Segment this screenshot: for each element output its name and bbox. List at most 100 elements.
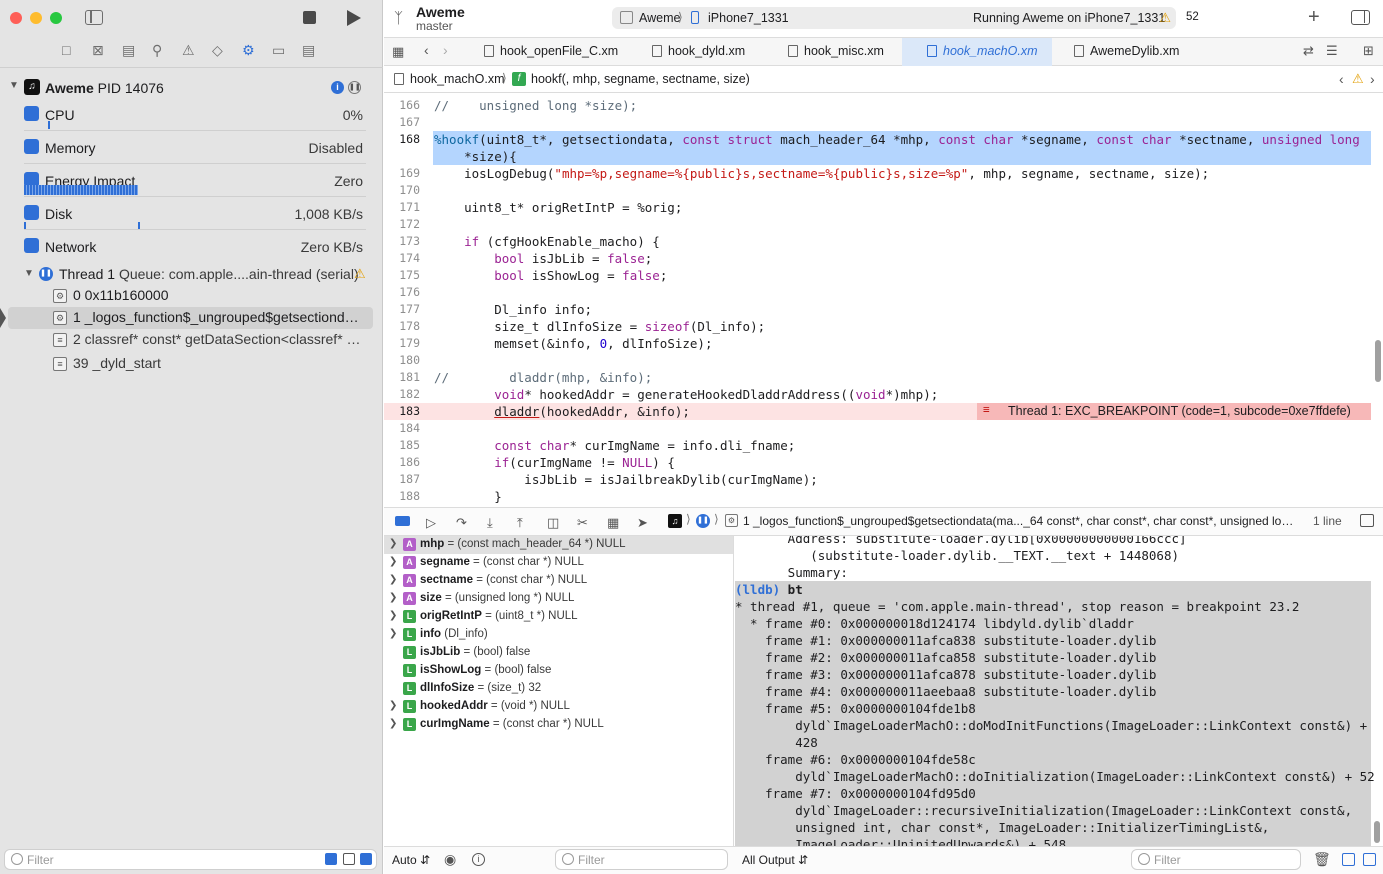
jumpbar-file[interactable]: hook_machO.xm: [410, 72, 504, 86]
process-disclosure-icon[interactable]: ▼: [9, 80, 19, 91]
expand-chevron-icon[interactable]: ❯: [389, 718, 397, 729]
expand-chevron-icon[interactable]: ❯: [389, 538, 397, 549]
step-over-icon[interactable]: ↷: [456, 515, 467, 531]
view-hierarchy-icon[interactable]: ◫: [547, 515, 559, 531]
output-selector[interactable]: All Output ⇵: [742, 853, 808, 867]
warning-count[interactable]: 52: [1186, 11, 1199, 23]
editor-scrollbar[interactable]: [1375, 340, 1381, 382]
tab-hook-misc-xm[interactable]: hook_misc.xm: [788, 38, 912, 66]
sidebar-toggle-icon[interactable]: [85, 10, 103, 25]
stack-frame-row[interactable]: ≡ 39 _dyld_start: [0, 353, 383, 375]
variable-row[interactable]: ❯ LhookedAddr = (void *) NULL: [384, 698, 733, 716]
memory-graph-icon[interactable]: ✂: [577, 515, 588, 531]
variable-row[interactable]: ❯ Asize = (unsigned long *) NULL: [384, 590, 733, 608]
debug-navigator-icon[interactable]: ⚙: [242, 42, 255, 59]
tab-hook-dyld-xm[interactable]: hook_dyld.xm: [652, 38, 776, 66]
jumpbar-symbol[interactable]: hookf(, mhp, segname, sectname, size): [531, 72, 750, 86]
filter-option-icon-2[interactable]: [343, 853, 355, 865]
variable-row[interactable]: LisShowLog = (bool) false: [384, 662, 733, 680]
prev-issue-icon[interactable]: ‹: [1339, 71, 1344, 87]
debug-frame-label[interactable]: 1 _logos_function$_ungrouped$getsectiond…: [743, 514, 1300, 528]
test-icon[interactable]: ◇: [212, 42, 223, 59]
run-button[interactable]: [347, 10, 361, 26]
expand-chevron-icon[interactable]: ❯: [389, 556, 397, 567]
issue-icon[interactable]: ⚠: [182, 42, 195, 59]
swap-icon[interactable]: ⇄: [1303, 43, 1314, 59]
stack-frame-row[interactable]: ⚙ 1 _logos_function$_ungrouped$getsection…: [0, 307, 383, 329]
memory-icon: [24, 139, 39, 154]
expand-chevron-icon[interactable]: ❯: [389, 610, 397, 621]
code-editor[interactable]: ≡ Thread 1: EXC_BREAKPOINT (code=1, subc…: [384, 97, 1371, 505]
variable-row[interactable]: LdlInfoSize = (size_t) 32: [384, 680, 733, 698]
issue-warning-icon[interactable]: ⚠: [1352, 71, 1364, 87]
console-scrollbar[interactable]: [1374, 821, 1380, 843]
variable-row[interactable]: ❯ LorigRetIntP = (uint8_t *) NULL: [384, 608, 733, 626]
variable-row[interactable]: ❯ Asegname = (const char *) NULL: [384, 554, 733, 572]
stack-frame-row[interactable]: ≡ 2 classref* const* getDataSection<class…: [0, 329, 383, 351]
tab-hook-macho-xm[interactable]: hook_machO.xm: [902, 38, 1052, 66]
back-chevron-icon[interactable]: ‹: [424, 42, 429, 58]
step-out-icon[interactable]: ⤒: [517, 515, 523, 531]
close-window-button[interactable]: [10, 12, 22, 24]
location-icon[interactable]: ➤: [637, 515, 648, 531]
variable-row[interactable]: ❯ Linfo (Dl_info): [384, 626, 733, 644]
thread-row[interactable]: Thread 1 Queue: com.apple....ain-thread …: [59, 266, 359, 282]
continue-icon[interactable]: ▷: [426, 515, 436, 531]
variable-row[interactable]: LisJbLib = (bool) false: [384, 644, 733, 662]
breakpoint-icon[interactable]: ▭: [272, 42, 285, 59]
info-icon[interactable]: i: [331, 81, 344, 94]
zoom-window-button[interactable]: [50, 12, 62, 24]
expand-chevron-icon[interactable]: ❯: [389, 574, 397, 585]
trash-icon[interactable]: 🗑: [1313, 851, 1331, 868]
scheme-selector[interactable]: Aweme: [639, 11, 680, 25]
variable-row[interactable]: ❯ Asectname = (const char *) NULL: [384, 572, 733, 590]
code-line: size_t dlInfoSize = sizeof(Dl_info);: [434, 319, 766, 334]
source-control-icon[interactable]: ⊠: [92, 42, 104, 59]
expand-chevron-icon[interactable]: ❯: [389, 700, 397, 711]
show-variables-icon[interactable]: [1342, 853, 1355, 866]
tab-hook-openfile-c-xm[interactable]: hook_openFile_C.xm: [484, 38, 638, 66]
report-icon[interactable]: ▤: [302, 42, 315, 59]
console-filter[interactable]: Filter: [1131, 849, 1301, 870]
next-issue-icon[interactable]: ›: [1370, 71, 1375, 87]
filter-option-icon-1[interactable]: [325, 853, 337, 865]
console-toggle-icon[interactable]: [1360, 514, 1374, 527]
symbol-icon[interactable]: ▤: [122, 42, 135, 59]
stack-frame-row[interactable]: ⚙ 0 0x11b160000: [0, 285, 383, 307]
expand-chevron-icon[interactable]: ❯: [389, 592, 397, 603]
variable-row[interactable]: ❯ LcurImgName = (const char *) NULL: [384, 716, 733, 734]
pause-process-icon[interactable]: ❚❚: [348, 81, 361, 94]
filter-option-icon-3[interactable]: [360, 853, 372, 865]
device-selector[interactable]: iPhone7_1331: [708, 11, 789, 25]
variable-value: (Dl_info): [441, 628, 488, 640]
run-status: Running Aweme on iPhone7_1331: [973, 11, 1166, 25]
inspector-toggle-icon[interactable]: [1351, 10, 1370, 25]
forward-chevron-icon[interactable]: ›: [443, 42, 448, 58]
add-editor-icon[interactable]: ⊞: [1363, 43, 1374, 59]
editor-options-icon[interactable]: ☰: [1326, 43, 1338, 59]
search-icon[interactable]: ⚲: [152, 42, 162, 59]
variable-value: = (const char *) NULL: [469, 556, 584, 568]
variable-row[interactable]: ❯ Amhp = (const mach_header_64 *) NULL: [384, 536, 733, 554]
variables-scope-selector[interactable]: Auto ⇵: [392, 853, 430, 867]
step-into-icon[interactable]: ⤓: [487, 515, 493, 531]
minimize-window-button[interactable]: [30, 12, 42, 24]
warning-icon[interactable]: ⚠: [1159, 10, 1171, 26]
hide-debug-area-icon[interactable]: [395, 516, 410, 526]
stop-button[interactable]: [303, 11, 316, 24]
gauge-network[interactable]: Network Zero KB/s: [0, 234, 383, 267]
expand-chevron-icon[interactable]: ❯: [389, 628, 397, 639]
thread-disclosure-icon[interactable]: ▼: [24, 268, 34, 279]
console-view[interactable]: Address: substitute-loader.dylib[0x00000…: [735, 536, 1383, 846]
info-circle-icon[interactable]: i: [472, 853, 485, 866]
show-console-icon[interactable]: [1363, 853, 1376, 866]
tab-awemedylib-xm[interactable]: AwemeDylib.xm: [1074, 38, 1194, 66]
eye-icon[interactable]: ◉: [444, 851, 456, 868]
environment-icon[interactable]: ▦: [607, 515, 619, 531]
navigator-filter[interactable]: Filter: [4, 849, 377, 870]
grid-icon[interactable]: ▦: [392, 44, 404, 60]
folder-icon[interactable]: □: [62, 42, 70, 58]
network-icon: [24, 238, 39, 253]
variables-filter[interactable]: Filter: [555, 849, 728, 870]
add-icon[interactable]: +: [1308, 6, 1320, 29]
